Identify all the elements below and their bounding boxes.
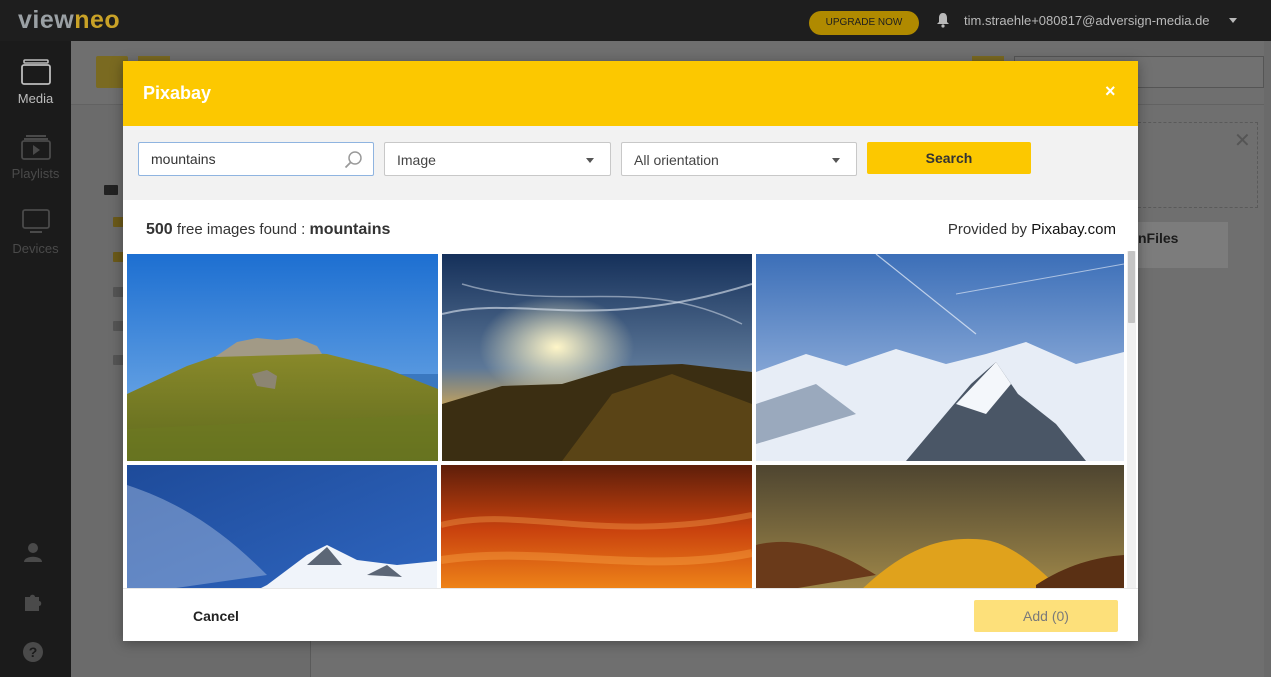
sidebar-item-playlists[interactable]: Playlists [0,134,71,181]
pixabay-dialog: Pixabay × Image All orientation Search 5… [123,61,1138,641]
image-thumbnail[interactable] [441,465,752,588]
playlists-icon [20,135,51,160]
provider-credit: Provided by Pixabay.com [948,221,1116,238]
scrollbar-thumb[interactable] [1128,251,1135,323]
logo-text-view: view [18,6,75,34]
chevron-down-icon [586,158,594,163]
dialog-footer: Cancel Add (0) [123,588,1138,641]
add-button[interactable]: Add (0) [974,600,1118,632]
image-snow-blue-sky [127,465,437,588]
upgrade-now-button[interactable]: UPGRADE NOW [809,11,919,35]
help-icon[interactable]: ? [22,641,44,663]
image-sunset-ridge [442,254,752,461]
background-card-label: nFiles [1138,230,1179,246]
dialog-title: Pixabay [143,83,212,103]
page-scrollbar [1264,41,1271,677]
image-golden-hill [756,465,1124,588]
sidebar-item-devices[interactable]: Devices [0,209,71,256]
image-thumbnail[interactable] [756,254,1124,461]
image-thumbnail[interactable] [756,465,1124,588]
close-icon[interactable]: × [1105,81,1116,102]
app-logo[interactable]: viewneo [18,6,120,35]
bell-icon[interactable] [936,12,950,28]
orientation-select[interactable]: All orientation [621,142,857,176]
chevron-down-icon[interactable] [1229,18,1237,23]
user-menu[interactable]: tim.straehle+080817@adversign-media.de [964,13,1210,28]
search-input[interactable] [151,151,341,167]
type-select-value: Image [397,152,436,168]
svg-text:?: ? [29,644,38,660]
image-grid-scrollbar[interactable] [1127,251,1136,588]
image-thumbnail[interactable] [442,254,752,461]
search-button[interactable]: Search [867,142,1031,174]
sidebar-item-label: Media [17,91,54,106]
top-bar: viewneo UPGRADE NOW tim.straehle+080817@… [0,0,1271,41]
search-field[interactable] [138,142,374,176]
orientation-select-value: All orientation [634,152,719,168]
provider-prefix: Provided by [947,221,1028,238]
image-thumbnail[interactable] [127,254,438,461]
dialog-header: Pixabay × [123,61,1138,126]
results-count: 500 [146,221,173,238]
image-green-hill [127,254,438,461]
close-icon: ✕ [1234,130,1251,152]
chevron-down-icon [832,158,840,163]
folder-icon [104,185,118,195]
image-snowy-peaks [756,254,1124,461]
user-icon[interactable] [22,541,44,563]
puzzle-icon[interactable] [22,591,44,613]
sidebar-item-media[interactable]: Media [0,59,71,106]
results-text: free images found : [176,221,306,238]
filter-bar: Image All orientation Search [123,126,1138,200]
image-thumbnail[interactable] [127,465,437,588]
image-orange-sky [441,465,752,588]
search-icon[interactable] [344,150,363,169]
media-icon [20,59,51,85]
provider-link[interactable]: Pixabay.com [1031,221,1116,238]
sidebar-item-label: Devices [12,241,59,256]
cancel-button[interactable]: Cancel [193,608,239,624]
type-select[interactable]: Image [384,142,611,176]
devices-icon [21,209,50,233]
logo-text-neo: neo [74,6,121,34]
sidebar-item-label: Playlists [11,166,60,181]
sidebar: Media Playlists Devices ? [0,41,71,677]
results-query: mountains [309,221,391,238]
results-summary: 500 free images found : mountains [146,221,390,239]
image-grid [127,254,1124,588]
